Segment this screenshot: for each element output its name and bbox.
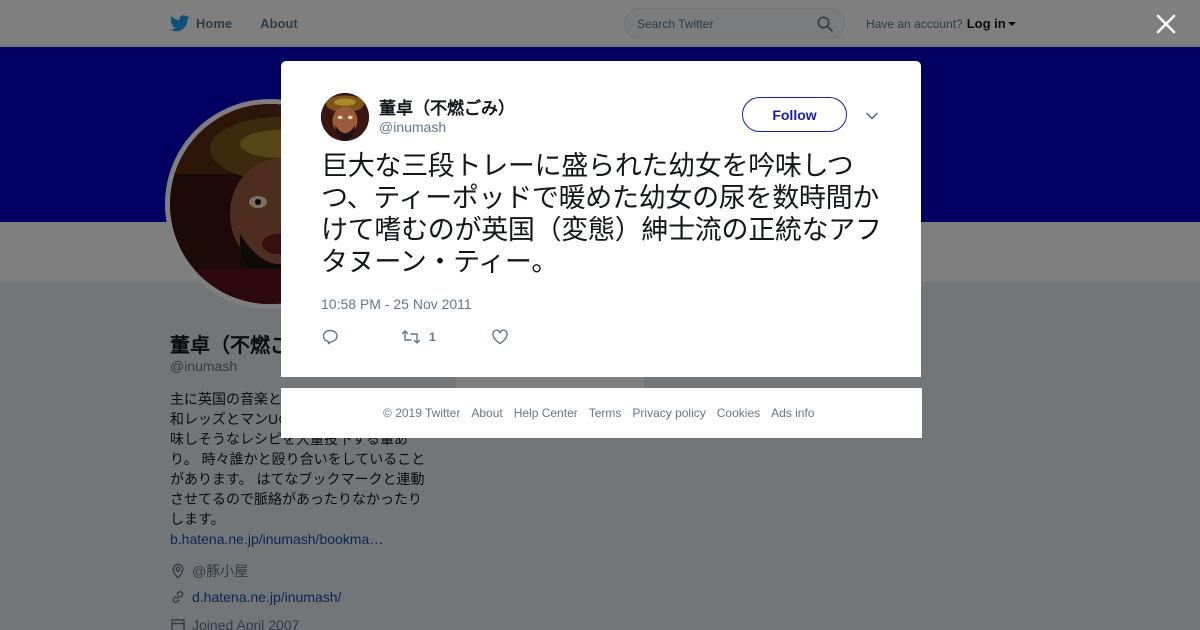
retweet-button[interactable]: 1 <box>401 328 491 346</box>
like-button[interactable] <box>491 328 509 346</box>
tweet-author-avatar[interactable] <box>321 93 369 141</box>
retweet-icon <box>401 330 421 344</box>
modal-footer: © 2019 Twitter About Help Center Terms P… <box>281 388 922 438</box>
reply-icon <box>322 329 338 345</box>
chevron-down-icon[interactable] <box>865 109 879 123</box>
avatar-image <box>321 93 369 141</box>
copyright-text: © 2019 Twitter <box>383 406 461 420</box>
tweet-card: 董卓（不燃ごみ） @inumash Follow 巨大な三段トレーに盛られた幼女… <box>281 61 921 377</box>
tweet-author-handle[interactable]: @inumash <box>379 119 446 135</box>
footer-link-terms[interactable]: Terms <box>589 406 622 420</box>
reply-button[interactable] <box>321 328 401 346</box>
footer-link-about[interactable]: About <box>471 406 502 420</box>
follow-button[interactable]: Follow <box>742 97 847 132</box>
tweet-text: 巨大な三段トレーに盛られた幼女を吟味しつつ、ティーポッドで暖めた幼女の尿を数時間… <box>321 151 882 278</box>
tweet-author-name[interactable]: 董卓（不燃ごみ） <box>379 94 515 119</box>
tweet-timestamp[interactable]: 10:58 PM - 25 Nov 2011 <box>321 296 472 312</box>
close-icon[interactable] <box>1154 12 1178 36</box>
footer-link-privacy[interactable]: Privacy policy <box>632 406 705 420</box>
footer-link-ads-info[interactable]: Ads info <box>771 406 814 420</box>
tweet-actions: 1 <box>321 328 509 346</box>
footer-link-cookies[interactable]: Cookies <box>717 406 760 420</box>
like-icon <box>492 329 508 345</box>
retweet-count: 1 <box>429 330 436 344</box>
footer-link-help-center[interactable]: Help Center <box>514 406 578 420</box>
